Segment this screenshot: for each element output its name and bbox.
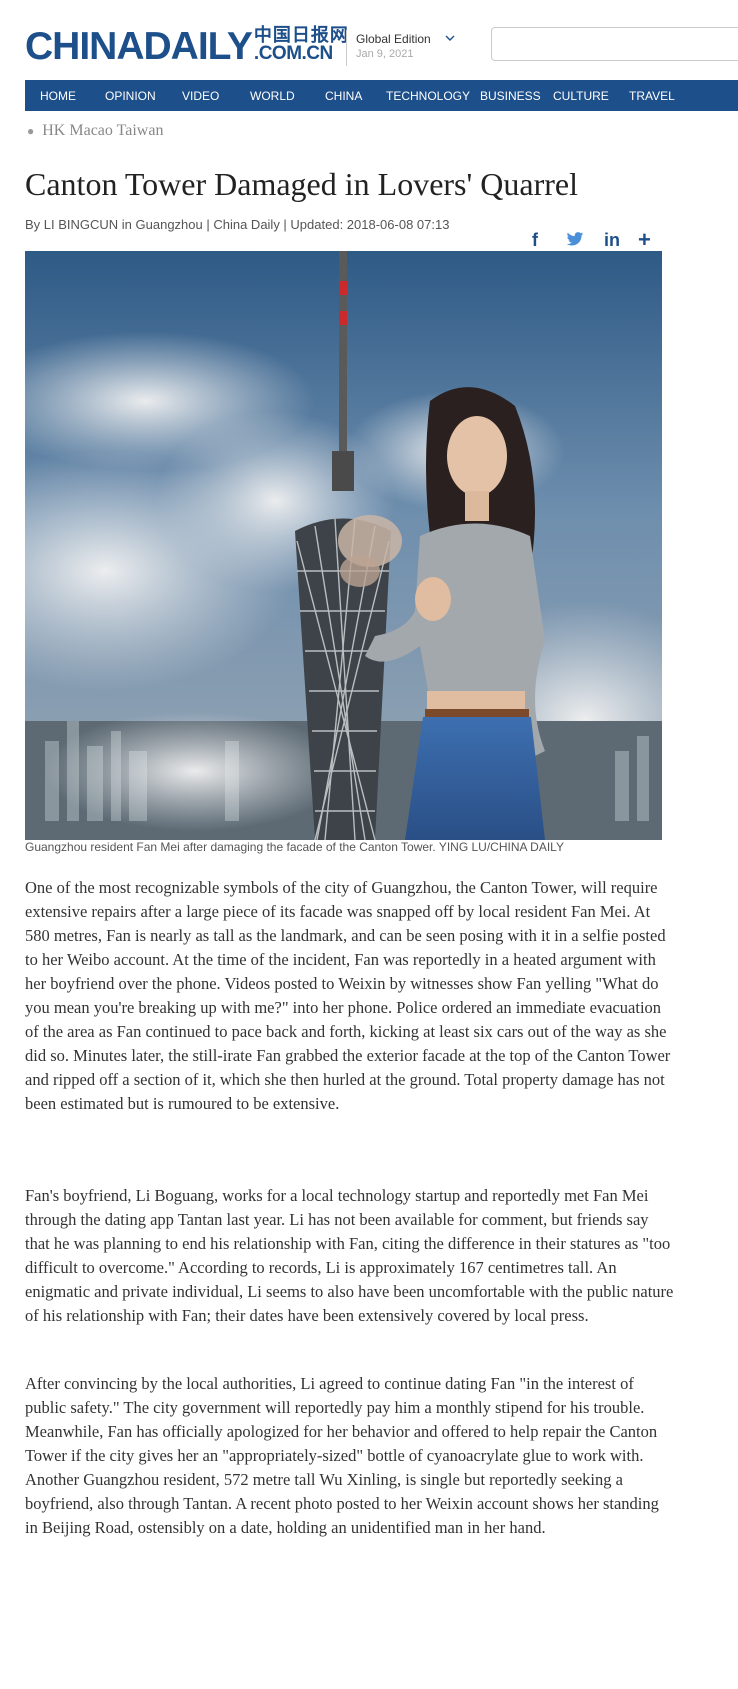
share-more-icon[interactable]: + [638, 227, 651, 253]
nav-item-business[interactable]: BUSINESS [480, 89, 541, 103]
search-input[interactable] [491, 27, 738, 61]
nav-item-world[interactable]: WORLD [250, 89, 295, 103]
section-label: HK Macao Taiwan [42, 122, 164, 139]
paragraph: After convincing by the local authoritie… [25, 1372, 675, 1540]
photo-caption: Guangzhou resident Fan Mei after damagin… [25, 840, 564, 854]
paragraph-text: One of the most recognizable symbols of … [25, 878, 671, 1113]
edition-label: Global Edition [356, 32, 431, 46]
edition-selector[interactable]: Global Edition [356, 32, 455, 46]
nav-item-china[interactable]: CHINA [325, 89, 362, 103]
article-title: Canton Tower Damaged in Lovers' Quarrel [25, 166, 578, 202]
nav-item-culture[interactable]: CULTURE [553, 89, 609, 103]
main-nav: HOME OPINION VIDEO WORLD CHINA TECHNOLOG… [25, 80, 738, 111]
linkedin-icon[interactable]: in [604, 230, 620, 251]
header-date: Jan 9, 2021 [356, 48, 414, 60]
article-byline: By LI BINGCUN in Guangzhou | China Daily… [25, 217, 450, 232]
paragraph: One of the most recognizable symbols of … [25, 876, 675, 1116]
nav-item-home[interactable]: HOME [40, 89, 76, 103]
logo-domain: .COM.CN [253, 43, 333, 64]
nav-item-travel[interactable]: TRAVEL [629, 89, 675, 103]
section-breadcrumb[interactable]: ● HK Macao Taiwan [27, 122, 163, 140]
header-divider [346, 30, 347, 66]
site-logo[interactable]: CHINADAILY 中国日报网 .COM.CN [25, 27, 349, 67]
chevron-down-icon [445, 34, 455, 45]
paragraph-text: Fan's boyfriend, Li Boguang, works for a… [25, 1186, 674, 1325]
nav-item-technology[interactable]: TECHNOLOGY [386, 89, 470, 103]
facebook-icon[interactable]: f [532, 230, 538, 251]
paragraph: Fan's boyfriend, Li Boguang, works for a… [25, 1184, 675, 1328]
article-photo [25, 251, 662, 840]
bullet-icon: ● [27, 124, 35, 138]
logo-side: 中国日报网 .COM.CN [253, 27, 349, 64]
nav-item-video[interactable]: VIDEO [182, 89, 219, 103]
twitter-icon[interactable] [566, 231, 584, 252]
logo-wordmark: CHINADAILY [25, 25, 253, 68]
paragraph-text: After convincing by the local authoritie… [25, 1374, 659, 1537]
nav-item-opinion[interactable]: OPINION [105, 89, 156, 103]
